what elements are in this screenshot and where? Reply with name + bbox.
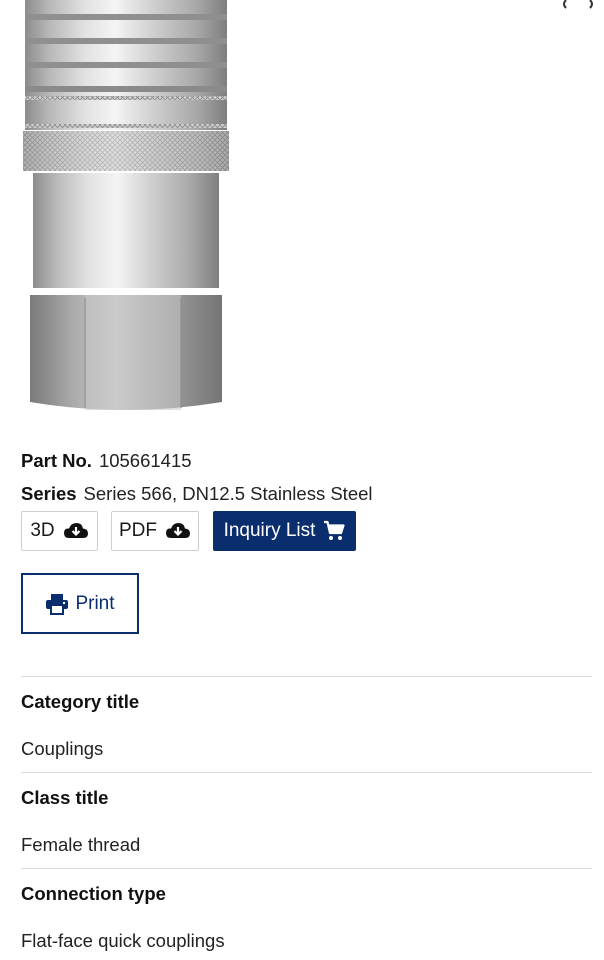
series: Series Series 566, DN12.5 Stainless Steel	[21, 483, 373, 505]
printer-icon	[46, 593, 69, 615]
divider	[21, 772, 592, 773]
part-number-value: 105661415	[98, 450, 192, 471]
download-pdf-button[interactable]: PDF	[111, 511, 199, 551]
download-pdf-label: PDF	[119, 520, 157, 541]
cloud-download-icon	[63, 523, 88, 538]
attribute-value: Flat-face quick couplings	[21, 930, 225, 951]
attribute-title: Category title	[21, 691, 140, 712]
inquiry-list-button[interactable]: Inquiry List	[213, 511, 356, 551]
cloud-download-icon	[166, 523, 190, 538]
part-number: Part No. 105661415	[21, 450, 192, 472]
attribute-title: Class title	[21, 787, 109, 808]
divider	[21, 676, 592, 677]
product-image	[23, 0, 229, 410]
attribute-value: Couplings	[21, 738, 104, 759]
inquiry-list-label: Inquiry List	[223, 520, 316, 541]
attribute-value: Female thread	[21, 834, 141, 855]
series-value: Series 566, DN12.5 Stainless Steel	[83, 483, 373, 504]
download-3d-label: 3D	[30, 520, 55, 541]
cart-icon	[324, 520, 346, 540]
close-icon[interactable]	[560, 0, 596, 10]
print-label: Print	[75, 592, 115, 614]
print-button[interactable]: Print	[21, 573, 139, 634]
download-3d-button[interactable]: 3D	[21, 511, 98, 551]
divider	[21, 868, 592, 869]
attribute-title: Connection type	[21, 883, 166, 904]
series-label: Series	[21, 483, 77, 504]
part-number-label: Part No.	[21, 450, 92, 471]
